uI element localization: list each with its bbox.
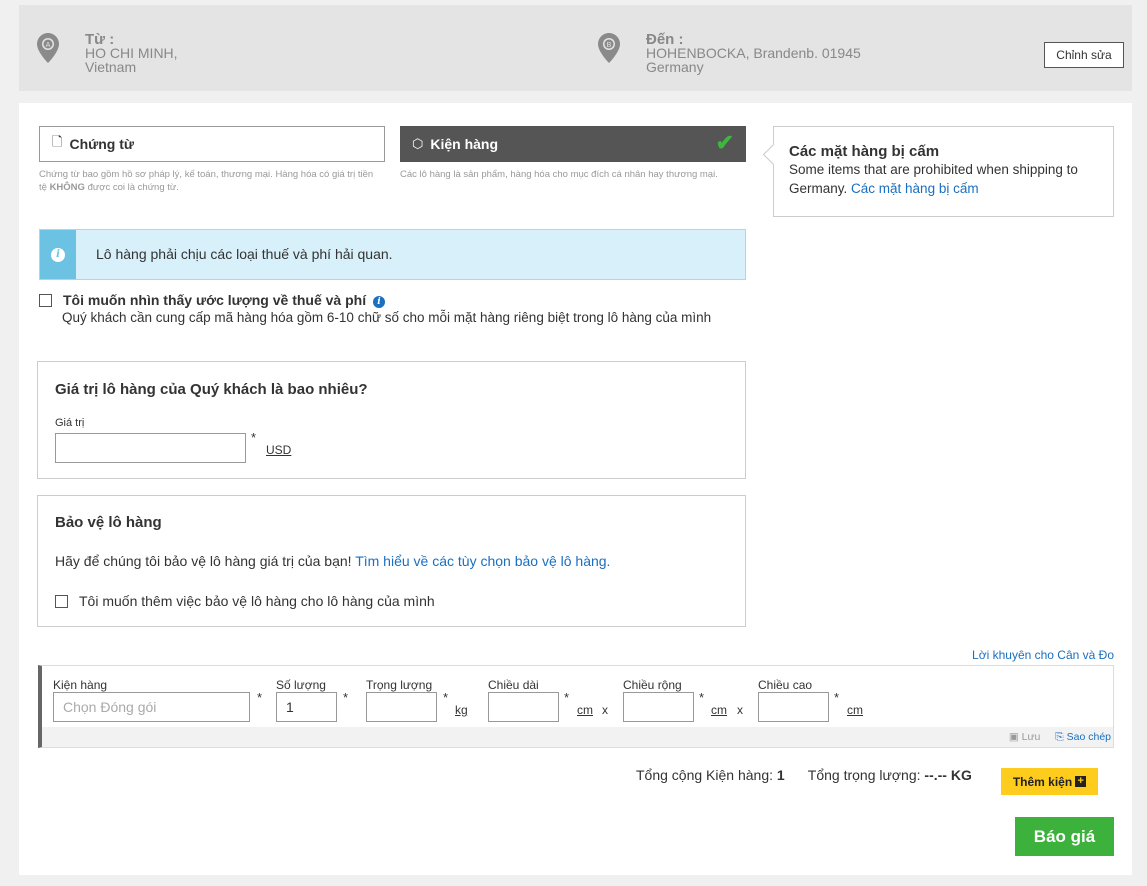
shipment-value-title: Giá trị lô hàng của Quý khách là bao nhi… [55,381,368,398]
package-row: Kiện hàng Chọn Đóng gói * Số lượng 1 * T… [38,665,1114,748]
height-label: Chiều cao [758,678,813,692]
prohibited-title: Các mặt hàng bị cấm [789,143,940,160]
width-input[interactable] [623,692,694,722]
plus-icon: + [1075,776,1087,787]
customs-notice-text: Lô hàng phải chịu các loại thuế và phí h… [96,246,393,262]
total-weight-value: --.-- KG [924,767,972,783]
quantity-label: Số lượng [276,678,326,692]
add-package-button[interactable]: Thêm kiện + [1001,768,1098,795]
get-quote-button[interactable]: Báo giá [1015,817,1114,856]
svg-text:B: B [607,42,612,49]
protection-options-link[interactable]: Tìm hiểu về các tùy chọn bảo vệ lô hàng. [355,553,610,569]
package-type-label: Kiện hàng [53,678,108,692]
origin-location: A Từ : HO CHI MINH, Vietnam [37,32,178,75]
package-type-select[interactable]: Chọn Đóng gói [53,692,250,722]
route-header: A Từ : HO CHI MINH, Vietnam B Đến : HOHE… [19,5,1132,91]
quantity-input[interactable]: 1 [276,692,337,722]
checkmark-icon: ✔ [715,130,734,155]
tax-estimate-label[interactable]: Tôi muốn nhìn thấy ước lượng về thuế và … [63,292,385,308]
document-icon: 🗋 [52,134,63,149]
shipment-protection-section: Bảo vệ lô hàng Hãy để chúng tôi bảo vệ l… [37,495,746,627]
length-unit[interactable]: cm [577,703,593,717]
length-label: Chiều dài [488,678,539,692]
shipment-details-panel: 🗋 Chứng từ Chứng từ bao gồm hồ sơ pháp l… [19,103,1132,875]
tab-documents-label: Chứng từ [69,136,135,152]
info-icon: i [51,247,65,262]
required-marker: * [699,690,705,705]
weight-label: Trọng lượng [366,678,433,692]
protection-checkbox[interactable] [55,595,68,608]
copy-package-button[interactable]: ⎘ Sao chép [1055,731,1111,743]
protection-checkbox-label[interactable]: Tôi muốn thêm việc bảo vệ lô hàng cho lô… [79,593,435,609]
required-marker: * [443,690,449,705]
currency-selector[interactable]: USD [266,443,291,457]
map-pin-b-icon: B [598,33,620,63]
protection-description: Hãy để chúng tôi bảo vệ lô hàng giá trị … [55,553,611,569]
total-packages-value: 1 [776,767,785,783]
required-marker: * [251,430,257,445]
total-packages-label: Tổng cộng Kiện hàng: [636,767,773,783]
tab-packages-label: Kiện hàng [430,136,499,152]
shipment-value-section: Giá trị lô hàng của Quý khách là bao nhi… [37,361,746,479]
destination-country: Germany [646,59,704,75]
height-unit[interactable]: cm [847,703,863,717]
package-row-actions: ▣ Lưu ⎘ Sao chép [1009,731,1111,744]
package-icon: ⬡ [412,136,424,151]
package-row-footer [42,727,1113,747]
destination-location: B Đến : HOHENBOCKA, Brandenb. 01945 Germ… [598,32,861,75]
length-input[interactable] [488,692,559,722]
destination-city: HOHENBOCKA, Brandenb. 01945 [646,45,861,61]
svg-text:A: A [46,42,51,49]
height-input[interactable] [758,692,829,722]
edit-route-button[interactable]: Chỉnh sửa [1044,42,1124,68]
width-label: Chiều rộng [623,678,682,692]
customs-notice: i Lô hàng phải chịu các loại thuế và phí… [39,229,746,280]
tax-estimate-hint: Quý khách cần cung cấp mã hàng hóa gồm 6… [62,310,712,325]
package-totals: Tổng cộng Kiện hàng: 1 Tổng trọng lượng:… [636,767,972,783]
required-marker: * [564,690,570,705]
map-pin-a-icon: A [37,33,59,63]
save-icon: ▣ [1008,731,1019,743]
width-unit[interactable]: cm [711,703,727,717]
save-package-button[interactable]: ▣ Lưu [1009,731,1041,743]
copy-icon: ⎘ [1055,731,1064,743]
prohibited-text: Some items that are prohibited when ship… [789,162,1078,196]
prohibited-items-link[interactable]: Các mặt hàng bị cấm [851,181,979,196]
weight-input[interactable] [366,692,437,722]
origin-city: HO CHI MINH, [85,45,178,61]
info-icon[interactable]: i [372,296,385,308]
required-marker: * [257,690,263,705]
total-weight-label: Tổng trọng lượng: [807,767,921,783]
shipment-value-input[interactable] [55,433,246,463]
prohibited-items-callout: Các mặt hàng bị cấm Some items that are … [773,126,1114,217]
tab-packages[interactable]: ⬡ Kiện hàng ✔ [400,126,746,162]
weigh-measure-advice-link[interactable]: Lời khuyên cho Cân và Đo [972,648,1114,662]
tab-documents[interactable]: 🗋 Chứng từ [39,126,385,162]
protection-title: Bảo vệ lô hàng [55,514,162,531]
origin-country: Vietnam [85,59,137,75]
weight-unit[interactable]: kg [455,703,468,717]
required-marker: * [834,690,840,705]
times-sign: x [737,703,743,717]
times-sign: x [602,703,608,717]
documents-description: Chứng từ bao gồm hồ sơ pháp lý, kế toán,… [39,169,374,193]
required-marker: * [343,690,349,705]
tax-estimate-checkbox[interactable] [39,294,52,307]
value-field-label: Giá trị [55,417,85,429]
info-icon-box: i [40,230,76,279]
packages-description: Các lô hàng là sản phẩm, hàng hóa cho mụ… [400,169,718,180]
